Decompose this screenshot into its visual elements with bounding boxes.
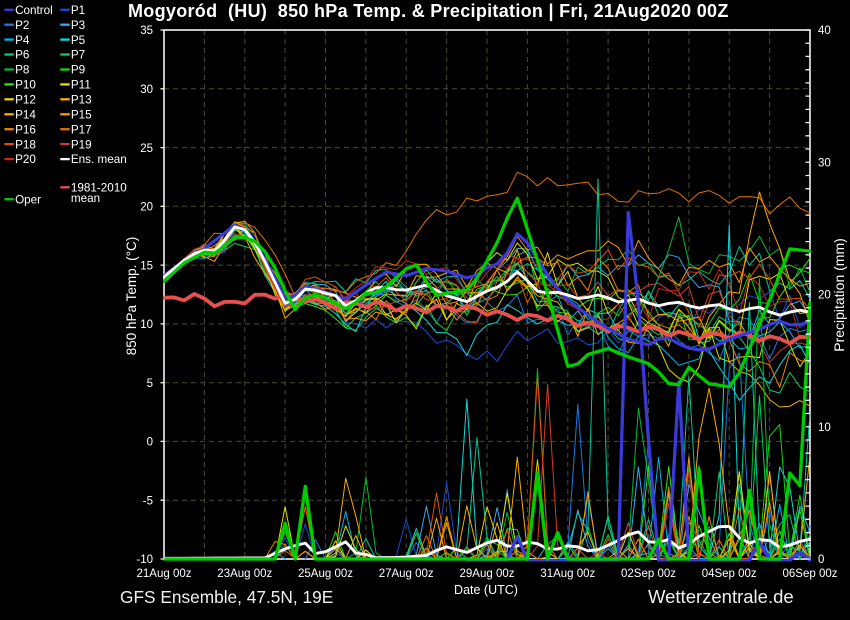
- svg-text:-5: -5: [143, 495, 153, 507]
- svg-text:25: 25: [140, 143, 153, 155]
- svg-text:P8: P8: [15, 64, 29, 77]
- svg-text:P15: P15: [71, 109, 92, 122]
- svg-text:Control: Control: [15, 4, 53, 17]
- svg-text:P13: P13: [71, 94, 92, 107]
- svg-text:P14: P14: [15, 109, 36, 122]
- svg-text:P5: P5: [71, 34, 86, 47]
- svg-text:Mogyoród (HU) 850 hPa Temp.: Mogyoród (HU) 850 hPa Temp. & Precipitat…: [128, 1, 729, 21]
- svg-text:10: 10: [818, 422, 831, 434]
- svg-text:P9: P9: [71, 64, 85, 77]
- svg-text:P2: P2: [15, 19, 29, 32]
- svg-text:0: 0: [147, 437, 153, 449]
- svg-text:P1: P1: [71, 4, 85, 17]
- svg-text:P18: P18: [15, 138, 36, 151]
- svg-text:29Aug 00z: 29Aug 00z: [460, 568, 515, 580]
- svg-text:P11: P11: [71, 79, 91, 92]
- svg-text:P12: P12: [15, 94, 36, 107]
- svg-text:20: 20: [140, 202, 153, 214]
- svg-text:Ens. mean: Ens. mean: [71, 153, 127, 166]
- svg-text:Date (UTC): Date (UTC): [454, 583, 518, 597]
- svg-text:04Sep 00z: 04Sep 00z: [702, 568, 757, 580]
- svg-text:5: 5: [147, 378, 153, 390]
- svg-text:-10: -10: [136, 554, 153, 566]
- svg-text:P16: P16: [15, 123, 36, 136]
- svg-text:06Sep 00z: 06Sep 00z: [783, 568, 838, 580]
- svg-text:21Aug 00z: 21Aug 00z: [137, 568, 192, 580]
- svg-text:Precipitation (mm): Precipitation (mm): [831, 238, 847, 352]
- svg-text:Wetterzentrale.de: Wetterzentrale.de: [648, 586, 794, 607]
- svg-text:31Aug 00z: 31Aug 00z: [540, 568, 595, 580]
- svg-text:P17: P17: [71, 123, 92, 136]
- svg-text:P10: P10: [15, 79, 36, 92]
- svg-text:P6: P6: [15, 49, 29, 62]
- svg-text:30: 30: [818, 157, 831, 169]
- svg-text:10: 10: [140, 319, 153, 331]
- svg-text:0: 0: [818, 554, 824, 566]
- svg-text:20: 20: [818, 290, 831, 302]
- svg-text:P4: P4: [15, 34, 30, 47]
- svg-text:40: 40: [818, 25, 831, 37]
- svg-text:02Sep 00z: 02Sep 00z: [621, 568, 676, 580]
- svg-text:15: 15: [140, 260, 153, 272]
- svg-text:P20: P20: [15, 153, 36, 166]
- svg-text:P3: P3: [71, 19, 85, 32]
- svg-text:30: 30: [140, 84, 153, 96]
- svg-text:850 hPa Temp. (°C): 850 hPa Temp. (°C): [124, 237, 139, 355]
- svg-text:GFS Ensemble, 47.5N, 19E: GFS Ensemble, 47.5N, 19E: [120, 587, 333, 607]
- svg-text:25Aug 00z: 25Aug 00z: [298, 568, 353, 580]
- svg-text:Oper: Oper: [15, 193, 41, 206]
- svg-text:27Aug 00z: 27Aug 00z: [379, 568, 434, 580]
- svg-text:23Aug 00z: 23Aug 00z: [217, 568, 272, 580]
- svg-text:35: 35: [140, 25, 153, 37]
- svg-text:P7: P7: [71, 49, 85, 62]
- svg-text:mean: mean: [71, 192, 100, 205]
- svg-text:P19: P19: [71, 138, 92, 151]
